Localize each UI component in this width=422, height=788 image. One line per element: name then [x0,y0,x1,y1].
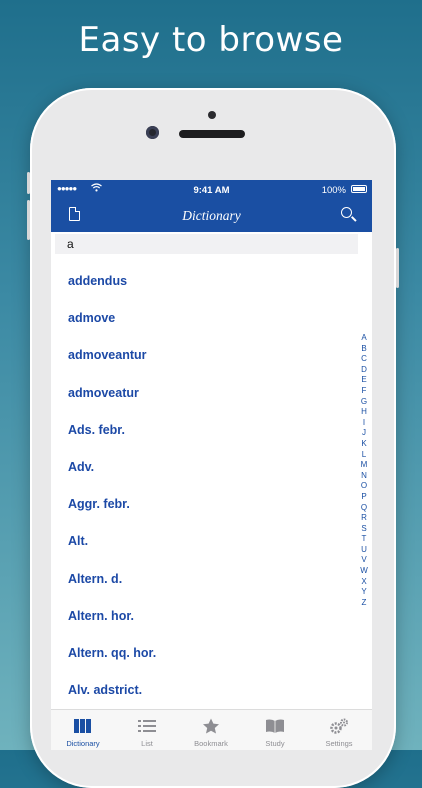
index-letter[interactable]: O [357,481,371,492]
tab-label: Study [265,739,285,748]
nav-title: Dictionary [182,208,241,223]
alphabet-index[interactable]: A B C D E F G H I J K L M N O P Q R S T … [357,333,371,608]
search-input[interactable] [55,234,358,254]
tab-study[interactable]: Study [243,710,307,750]
list-item[interactable]: Ads. febr. [51,409,351,446]
open-book-icon [265,718,285,734]
battery-icon [351,185,367,193]
volume-down-button [27,200,30,240]
list-item[interactable]: Alv. adstrict. [51,669,351,706]
index-letter[interactable]: K [357,439,371,450]
index-letter[interactable]: Z [357,598,371,609]
index-letter[interactable]: Q [357,503,371,514]
search-icon[interactable] [341,207,352,218]
list-item[interactable]: Adv. [51,446,351,483]
word-label: Alt. [68,534,89,549]
star-icon [201,718,221,734]
power-button [396,248,399,288]
list-item[interactable]: Altern. qq. hor. [51,632,351,669]
headline: Easy to browse [78,20,344,60]
list-item[interactable]: admoveatur [51,372,351,409]
word-label: Altern. hor. [68,608,134,623]
index-letter[interactable]: B [357,344,371,355]
index-letter[interactable]: F [357,386,371,397]
index-letter[interactable]: N [357,471,371,482]
tab-dictionary[interactable]: Dictionary [51,710,115,750]
word-label: Adv. [68,459,95,474]
navigation-bar: Dictionary [51,200,372,232]
index-letter[interactable]: E [357,375,371,386]
word-label: Aggr. febr. [68,497,130,512]
app-screen: ●●●●● 9:41 AM 100% Dictionary addendus a… [51,180,372,750]
index-letter[interactable]: R [357,513,371,524]
books-icon [73,718,93,734]
index-letter[interactable]: J [357,428,371,439]
index-letter[interactable]: P [357,492,371,503]
volume-up-button [27,172,30,194]
battery-percent: 100% [321,185,346,196]
tab-label: List [141,739,153,748]
word-label: addendus [68,274,128,288]
list-item[interactable]: admoveantur [51,334,351,371]
index-letter[interactable]: I [357,418,371,429]
list-item[interactable]: Alt. [51,520,351,557]
index-letter[interactable]: T [357,534,371,545]
index-letter[interactable]: M [357,460,371,471]
list-item[interactable]: Altern. hor. [51,595,351,632]
gears-icon [329,718,349,734]
list-item[interactable]: Altern. d. [51,558,351,595]
list-item[interactable]: Aggr. febr. [51,483,351,520]
tab-label: Bookmark [194,739,228,748]
tab-bookmark[interactable]: Bookmark [179,710,243,750]
index-letter[interactable]: H [357,407,371,418]
tab-list[interactable]: List [115,710,179,750]
word-label: admove [68,311,116,326]
index-letter[interactable]: D [357,365,371,376]
index-letter[interactable]: X [357,577,371,588]
word-label: Ads. febr. [68,422,125,437]
tab-label: Settings [325,739,353,748]
index-letter[interactable]: V [357,555,371,566]
word-label: Alv. adstrict. [68,683,143,698]
list-icon [137,718,157,734]
word-label: admoveantur [68,348,147,363]
index-letter[interactable]: W [357,566,371,577]
word-list: addendus admove admoveantur admoveatur A… [51,260,351,706]
front-camera [146,126,159,139]
word-label: admoveatur [68,385,139,400]
status-bar: ●●●●● 9:41 AM 100% [51,180,372,200]
index-letter[interactable]: G [357,397,371,408]
word-label: Altern. qq. hor. [68,645,157,660]
index-letter[interactable]: U [357,545,371,556]
index-letter[interactable]: Y [357,587,371,598]
tab-label: Dictionary [66,739,100,748]
index-letter[interactable]: C [357,354,371,365]
list-item[interactable]: admove [51,297,351,334]
tab-bar: Dictionary List Bookmark Study Settings [51,709,372,750]
list-item[interactable]: addendus [51,260,351,297]
tab-settings[interactable]: Settings [307,710,371,750]
index-letter[interactable]: S [357,524,371,535]
index-letter[interactable]: A [357,333,371,344]
index-letter[interactable]: L [357,450,371,461]
word-label: Altern. d. [68,571,123,586]
earpiece-speaker [179,130,245,138]
proximity-sensor [208,111,216,119]
